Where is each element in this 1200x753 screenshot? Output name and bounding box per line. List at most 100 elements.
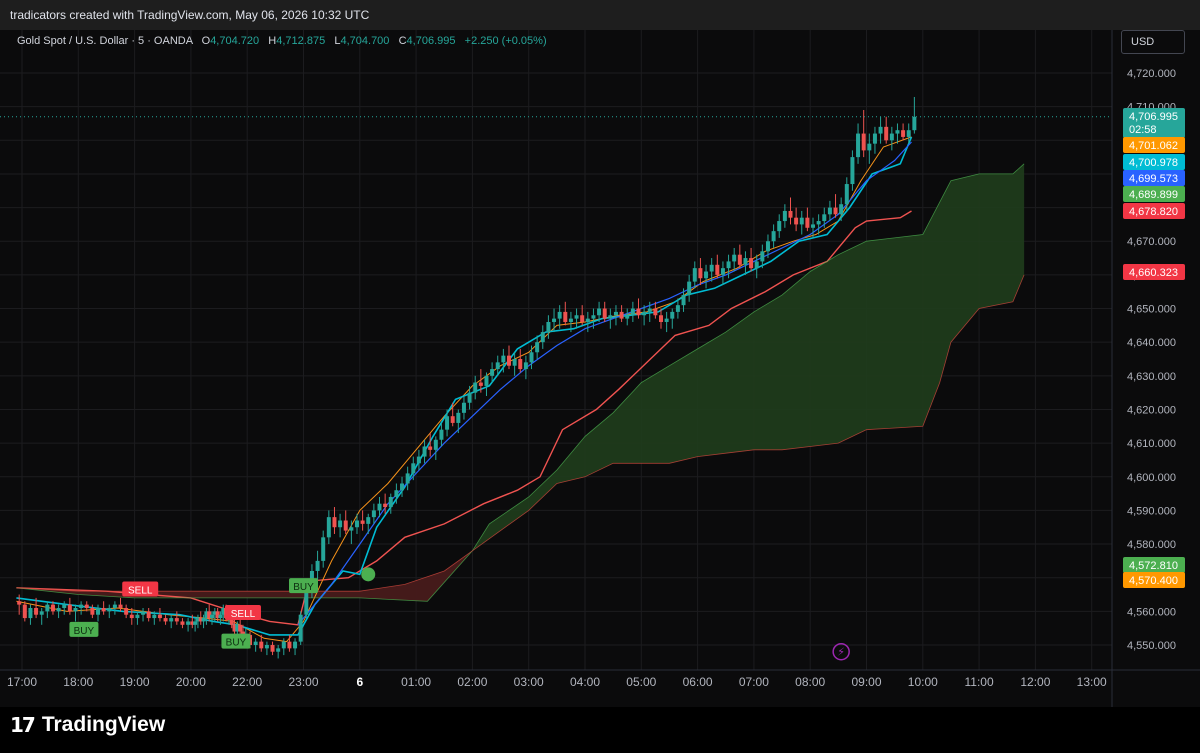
candle-body bbox=[62, 604, 67, 608]
candle-body bbox=[326, 517, 331, 538]
low-value: 4,704.700 bbox=[340, 35, 390, 47]
x-tick-label: 10:00 bbox=[908, 675, 938, 689]
candle-body bbox=[512, 359, 517, 366]
price-tag-label: 4,660.323 bbox=[1129, 267, 1178, 279]
candle-body bbox=[383, 503, 388, 508]
candle-body bbox=[478, 382, 483, 386]
candle-body bbox=[174, 618, 179, 622]
x-tick-label: 06:00 bbox=[683, 675, 713, 689]
candle-body bbox=[253, 641, 258, 645]
candle-body bbox=[591, 315, 596, 319]
x-tick-label: 22:00 bbox=[232, 675, 262, 689]
price-tag-label: 4,699.573 bbox=[1129, 173, 1178, 185]
candle-body bbox=[642, 311, 647, 316]
currency-selector[interactable]: USD bbox=[1121, 30, 1185, 54]
price-tag-label: 4,700.978 bbox=[1129, 157, 1178, 169]
candle-body bbox=[552, 318, 557, 322]
y-tick-label: 4,610.000 bbox=[1127, 438, 1176, 450]
candle-body bbox=[749, 258, 754, 269]
candle-body bbox=[647, 308, 652, 312]
candle-body bbox=[568, 318, 573, 322]
candle-body bbox=[50, 604, 55, 612]
x-tick-label: 13:00 bbox=[1077, 675, 1107, 689]
candle-body bbox=[630, 308, 635, 316]
price-tag-label: 4,678.820 bbox=[1129, 206, 1178, 218]
candle-body bbox=[135, 614, 140, 619]
x-tick-label: 20:00 bbox=[176, 675, 206, 689]
candle-body bbox=[416, 456, 421, 464]
candle-body bbox=[210, 614, 215, 619]
candle-body bbox=[456, 412, 461, 423]
candle-body bbox=[754, 261, 759, 269]
candle-body bbox=[186, 621, 191, 625]
price-tag-label: 4,689.899 bbox=[1129, 189, 1178, 201]
candle-body bbox=[535, 342, 540, 353]
candle-body bbox=[445, 416, 450, 430]
candle-body bbox=[349, 527, 354, 531]
candle-body bbox=[670, 311, 675, 319]
x-tick-label: 05:00 bbox=[626, 675, 656, 689]
candle-body bbox=[574, 315, 579, 319]
candle-body bbox=[73, 607, 78, 612]
lightning-glyph: ⚡ bbox=[837, 647, 845, 659]
x-tick-label: 03:00 bbox=[514, 675, 544, 689]
candle-body bbox=[557, 311, 562, 319]
x-tick-label: 12:00 bbox=[1020, 675, 1050, 689]
chart-svg[interactable]: BUY SELL BUY SELL BUY ⚡ 4,550.000 4,560.000 4,57… bbox=[0, 30, 1200, 707]
candle-body bbox=[298, 614, 303, 642]
candle-body bbox=[692, 268, 697, 282]
signal-label: SELL bbox=[128, 585, 153, 596]
candle-body bbox=[659, 315, 664, 322]
candle-body bbox=[259, 641, 264, 649]
y-tick-label: 4,650.000 bbox=[1127, 304, 1176, 316]
candle-body bbox=[22, 604, 27, 619]
candle-body bbox=[563, 311, 568, 322]
candle-body bbox=[580, 315, 585, 322]
chart-area[interactable]: BUY SELL BUY SELL BUY ⚡ 4,550.000 4,560.000 4,57… bbox=[0, 30, 1200, 707]
candle-body bbox=[281, 641, 286, 649]
x-tick-label: 6 bbox=[356, 675, 363, 689]
candle-body bbox=[844, 184, 849, 205]
price-tag-label: 4,572.810 bbox=[1129, 560, 1178, 572]
candle-body bbox=[664, 318, 669, 322]
candle-body bbox=[540, 332, 545, 343]
brand-text: TradingView bbox=[41, 713, 166, 736]
x-tick-label: 19:00 bbox=[120, 675, 150, 689]
tradingview-logo[interactable]: 17 TradingView bbox=[10, 713, 165, 737]
candle-body bbox=[218, 614, 223, 619]
candle-body bbox=[805, 217, 810, 228]
candle-body bbox=[163, 618, 168, 622]
candle-body bbox=[506, 355, 511, 366]
candle-body bbox=[613, 311, 618, 316]
symbol-name[interactable]: Gold Spot / U.S. Dollar · 5 · OANDA bbox=[17, 35, 192, 47]
candle-body bbox=[394, 490, 399, 497]
signal-label: BUY bbox=[74, 626, 95, 637]
change-value: +2.250 (+0.05%) bbox=[464, 35, 547, 47]
candle-body bbox=[816, 221, 821, 225]
candle-body bbox=[653, 308, 658, 316]
candle-body bbox=[867, 143, 872, 151]
candle-body bbox=[332, 517, 337, 528]
candle-body bbox=[889, 133, 894, 141]
candle-body bbox=[726, 261, 731, 269]
candle-body bbox=[428, 446, 433, 450]
candle-body bbox=[675, 305, 680, 312]
candle-body bbox=[636, 308, 641, 316]
candle-body bbox=[546, 321, 551, 333]
y-tick-label: 4,670.000 bbox=[1127, 236, 1176, 248]
candle-body bbox=[698, 268, 703, 279]
candle-body bbox=[720, 268, 725, 275]
candle-body bbox=[687, 281, 692, 296]
open-label: O bbox=[201, 35, 211, 47]
candle-body bbox=[861, 133, 866, 151]
open-value: 4,704.720 bbox=[210, 35, 260, 47]
x-tick-label: 07:00 bbox=[739, 675, 769, 689]
candle-body bbox=[709, 264, 714, 272]
candle-body bbox=[321, 537, 326, 561]
candle-body bbox=[912, 116, 917, 131]
x-tick-label: 01:00 bbox=[401, 675, 431, 689]
candle-body bbox=[422, 446, 427, 457]
candle-body bbox=[169, 618, 174, 622]
candle-body bbox=[101, 607, 106, 612]
close-label: C bbox=[398, 35, 407, 47]
